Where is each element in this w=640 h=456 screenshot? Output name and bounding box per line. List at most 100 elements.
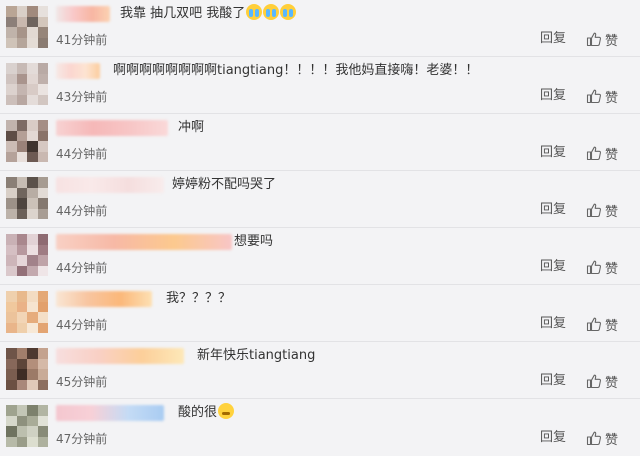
- avatar[interactable]: [6, 234, 48, 276]
- thumbs-up-icon: [586, 431, 601, 446]
- mosaic-cell: [6, 151, 17, 162]
- mosaic-cell: [27, 426, 38, 437]
- mosaic-cell: [27, 63, 38, 74]
- mosaic-cell: [6, 94, 17, 105]
- mosaic-cell: [27, 234, 38, 245]
- mosaic-cell: [27, 141, 38, 152]
- avatar[interactable]: [6, 177, 48, 219]
- avatar[interactable]: [6, 291, 48, 333]
- mosaic-cell: [6, 84, 17, 95]
- avatar[interactable]: [6, 348, 48, 390]
- crying-face-icon: [280, 4, 297, 20]
- username-blurred[interactable]: [56, 63, 100, 79]
- mosaic-cell: [16, 244, 27, 255]
- mosaic-cell: [6, 16, 17, 27]
- mosaic-cell: [16, 301, 27, 312]
- reply-button[interactable]: 回复: [540, 257, 566, 277]
- crying-face-icon: [263, 4, 280, 20]
- mosaic-cell: [6, 405, 17, 416]
- username-blurred[interactable]: [56, 405, 164, 421]
- mosaic-cell: [37, 198, 48, 209]
- mosaic-cell: [37, 120, 48, 131]
- mosaic-cell: [37, 84, 48, 95]
- mosaic-cell: [27, 6, 38, 17]
- username-blurred[interactable]: [56, 234, 232, 250]
- comment-text: 啊啊啊啊啊啊啊啊tiangtiang！！！！我他妈直接嗨！老婆！！: [113, 63, 479, 78]
- like-button[interactable]: 赞: [586, 199, 618, 221]
- reply-button[interactable]: 回复: [540, 200, 566, 220]
- mosaic-cell: [37, 405, 48, 416]
- mosaic-cell: [27, 369, 38, 380]
- comment-text: 婷婷粉不配吗哭了: [172, 177, 277, 192]
- mosaic-cell: [16, 84, 27, 95]
- like-button[interactable]: 赞: [586, 85, 618, 107]
- mosaic-cell: [16, 234, 27, 245]
- mosaic-cell: [27, 244, 38, 255]
- like-button[interactable]: 赞: [586, 313, 618, 335]
- comment-item: 婷婷粉不配吗哭了 44分钟前 回复 赞: [0, 171, 640, 228]
- reply-button[interactable]: 回复: [540, 428, 566, 448]
- like-label: 赞: [605, 90, 619, 106]
- reply-button[interactable]: 回复: [540, 314, 566, 334]
- comment-text: 我靠 抽几双吧 我酸了: [120, 4, 297, 24]
- mosaic-cell: [16, 322, 27, 333]
- username-blurred[interactable]: [56, 177, 164, 193]
- like-button[interactable]: 赞: [586, 28, 618, 50]
- like-button[interactable]: 赞: [586, 427, 618, 449]
- reply-button[interactable]: 回复: [540, 371, 566, 391]
- username-blurred[interactable]: [56, 6, 110, 22]
- mosaic-cell: [37, 358, 48, 369]
- mosaic-cell: [16, 37, 27, 48]
- mosaic-cell: [6, 208, 17, 219]
- mosaic-cell: [16, 208, 27, 219]
- reply-button[interactable]: 回复: [540, 86, 566, 106]
- reply-button[interactable]: 回复: [540, 29, 566, 49]
- mosaic-cell: [27, 16, 38, 27]
- mosaic-cell: [37, 348, 48, 359]
- mosaic-cell: [27, 379, 38, 390]
- username-blurred[interactable]: [56, 120, 168, 136]
- mosaic-cell: [16, 151, 27, 162]
- username-blurred[interactable]: [56, 348, 184, 364]
- like-button[interactable]: 赞: [586, 256, 618, 278]
- avatar[interactable]: [6, 6, 48, 48]
- like-label: 赞: [605, 261, 619, 277]
- comment-item: 想要吗 44分钟前 回复 赞: [0, 228, 640, 285]
- comment-text: 想要吗: [234, 234, 274, 249]
- mosaic-cell: [37, 130, 48, 141]
- mosaic-cell: [37, 244, 48, 255]
- mosaic-cell: [6, 369, 17, 380]
- comment-item: 新年快乐tiangtiang 45分钟前 回复 赞: [0, 342, 640, 399]
- thumbs-up-icon: [586, 89, 601, 104]
- mosaic-cell: [6, 312, 17, 323]
- mosaic-cell: [6, 358, 17, 369]
- username-blurred[interactable]: [56, 291, 152, 307]
- like-button[interactable]: 赞: [586, 370, 618, 392]
- mosaic-cell: [16, 94, 27, 105]
- mosaic-cell: [27, 27, 38, 38]
- like-label: 赞: [605, 147, 619, 163]
- mosaic-cell: [37, 379, 48, 390]
- like-button[interactable]: 赞: [586, 142, 618, 164]
- avatar[interactable]: [6, 120, 48, 162]
- mosaic-cell: [6, 187, 17, 198]
- mosaic-cell: [6, 436, 17, 447]
- mosaic-cell: [6, 130, 17, 141]
- reply-button[interactable]: 回复: [540, 143, 566, 163]
- mosaic-cell: [27, 198, 38, 209]
- mosaic-cell: [27, 120, 38, 131]
- comment-text: 新年快乐tiangtiang: [197, 348, 316, 363]
- mosaic-cell: [6, 291, 17, 302]
- avatar[interactable]: [6, 405, 48, 447]
- comment-time: 44分钟前: [56, 147, 108, 161]
- mosaic-cell: [16, 348, 27, 359]
- mosaic-cell: [37, 265, 48, 276]
- mosaic-cell: [16, 291, 27, 302]
- mosaic-cell: [37, 16, 48, 27]
- mosaic-cell: [37, 208, 48, 219]
- crying-face-icon: [246, 4, 263, 20]
- mosaic-cell: [16, 415, 27, 426]
- avatar[interactable]: [6, 63, 48, 105]
- mosaic-cell: [37, 187, 48, 198]
- mosaic-cell: [16, 177, 27, 188]
